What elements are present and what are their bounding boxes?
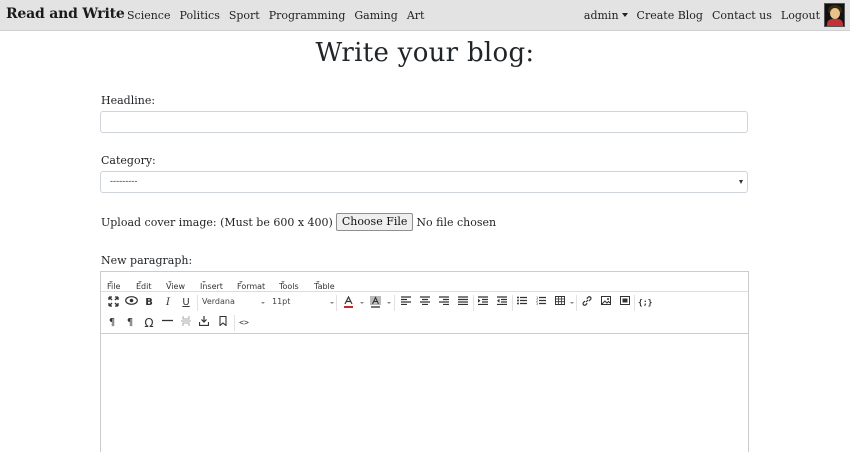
nav-links: Science Politics Sport Programming Gamin… [127, 9, 433, 22]
toolbar-divider [336, 295, 337, 311]
background-color-icon[interactable] [369, 296, 381, 310]
menu-view[interactable]: View [166, 277, 185, 291]
code-sample-icon[interactable]: {;} [638, 296, 652, 310]
anchor-icon[interactable] [217, 315, 229, 330]
page-title: Write your blog: [315, 38, 535, 68]
editor-toolbar-row-1: B I U Verdana 11pt 1 2 3 {;} [101, 293, 748, 313]
font-family-value: Verdana [202, 297, 235, 306]
file-status-text: No file chosen [416, 215, 497, 229]
align-justify-icon[interactable] [457, 296, 469, 310]
menu-view-label: View [166, 282, 185, 291]
font-size-value: 11pt [272, 297, 291, 306]
numbered-list-icon[interactable]: 123 [535, 296, 547, 310]
underline-icon[interactable]: U [180, 296, 192, 310]
toolbar-divider [634, 295, 635, 311]
align-left-icon[interactable] [400, 296, 412, 310]
media-icon[interactable] [619, 296, 631, 310]
menu-format[interactable]: Format [237, 277, 265, 291]
rich-text-editor: File Edit View Insert Format Tools Table… [100, 271, 749, 452]
navbar: Read and Write Science Politics Sport Pr… [0, 0, 850, 31]
menu-file[interactable]: File [107, 277, 120, 291]
image-icon[interactable] [600, 296, 612, 310]
nav-link-gaming[interactable]: Gaming [354, 9, 397, 22]
horizontal-rule-icon[interactable] [161, 316, 174, 330]
toolbar-divider [394, 295, 395, 311]
avatar-body [827, 19, 843, 26]
toolbar-divider [473, 295, 474, 311]
menu-tools-label: Tools [279, 282, 299, 291]
special-char-icon[interactable]: Ω [142, 316, 156, 330]
nav-link-programming[interactable]: Programming [269, 9, 346, 22]
chevron-down-icon [360, 302, 364, 304]
select-arrow-icon [739, 180, 743, 184]
upload-label: Upload cover image: (Must be 600 x 400) [101, 215, 333, 229]
chevron-down-icon [570, 302, 574, 304]
nav-link-art[interactable]: Art [407, 9, 425, 22]
toolbar-divider [512, 295, 513, 311]
logout-link[interactable]: Logout [781, 9, 820, 22]
headline-input[interactable] [100, 111, 748, 133]
chevron-down-icon [261, 302, 265, 304]
toolbar-divider [197, 295, 198, 311]
toolbar-divider [576, 295, 577, 311]
template-icon[interactable] [198, 316, 210, 330]
user-menu-label: admin [583, 9, 619, 22]
indent-icon[interactable] [477, 296, 489, 310]
chevron-down-icon [621, 13, 628, 17]
nav-link-science[interactable]: Science [127, 9, 170, 22]
font-size-select[interactable]: 11pt [272, 297, 290, 306]
editor-toolbar-row-2: ¶ ¶ Ω <> [101, 313, 748, 334]
menu-edit[interactable]: Edit [136, 277, 152, 291]
text-color-icon[interactable] [342, 295, 354, 310]
menu-insert[interactable]: Insert [200, 277, 223, 291]
rtl-icon[interactable]: ¶ [124, 316, 136, 330]
italic-icon[interactable]: I [162, 296, 174, 310]
nav-link-politics[interactable]: Politics [179, 9, 219, 22]
category-label: Category: [101, 154, 156, 167]
align-right-icon[interactable] [438, 296, 450, 310]
ltr-icon[interactable]: ¶ [106, 316, 118, 330]
svg-text:3: 3 [536, 302, 538, 305]
choose-file-button[interactable]: Choose File [335, 213, 414, 231]
editor-content-area[interactable] [101, 334, 748, 452]
page-break-icon[interactable] [180, 316, 192, 330]
category-select[interactable]: --------- [100, 171, 748, 193]
outdent-icon[interactable] [496, 296, 508, 310]
contact-us-link[interactable]: Contact us [712, 9, 772, 22]
menu-file-label: File [107, 282, 121, 291]
editor-menubar: File Edit View Insert Format Tools Table [101, 272, 748, 292]
chevron-down-icon [330, 302, 334, 304]
menu-table[interactable]: Table [314, 277, 335, 291]
bold-icon[interactable]: B [143, 296, 155, 310]
nav-user-links: admin Create Blog Contact us Logout [575, 9, 820, 22]
toolbar-divider [234, 315, 235, 331]
cover-upload-row: Upload cover image: (Must be 600 x 400) … [101, 213, 496, 231]
nav-link-sport[interactable]: Sport [229, 9, 260, 22]
bullet-list-icon[interactable] [516, 296, 528, 310]
user-menu-dropdown[interactable]: admin [584, 9, 628, 22]
menu-insert-label: Insert [200, 282, 223, 291]
source-code-icon[interactable]: <> [238, 316, 250, 330]
menu-edit-label: Edit [136, 282, 152, 291]
fullscreen-icon[interactable] [106, 296, 120, 310]
table-icon[interactable] [554, 296, 566, 310]
menu-format-label: Format [237, 282, 266, 291]
link-icon[interactable] [581, 296, 593, 310]
create-blog-link[interactable]: Create Blog [637, 9, 703, 22]
brand-logo[interactable]: Read and Write [6, 6, 125, 22]
menu-tools[interactable]: Tools [279, 277, 299, 291]
avatar-face [830, 8, 840, 19]
headline-label: Headline: [101, 94, 156, 107]
font-family-select[interactable]: Verdana [202, 297, 235, 306]
paragraph-label: New paragraph: [101, 254, 193, 267]
category-selected-value: --------- [110, 177, 138, 187]
menu-table-label: Table [314, 282, 335, 291]
avatar[interactable] [824, 3, 845, 27]
align-center-icon[interactable] [419, 296, 431, 310]
chevron-down-icon [387, 302, 391, 304]
preview-icon[interactable] [123, 296, 139, 310]
